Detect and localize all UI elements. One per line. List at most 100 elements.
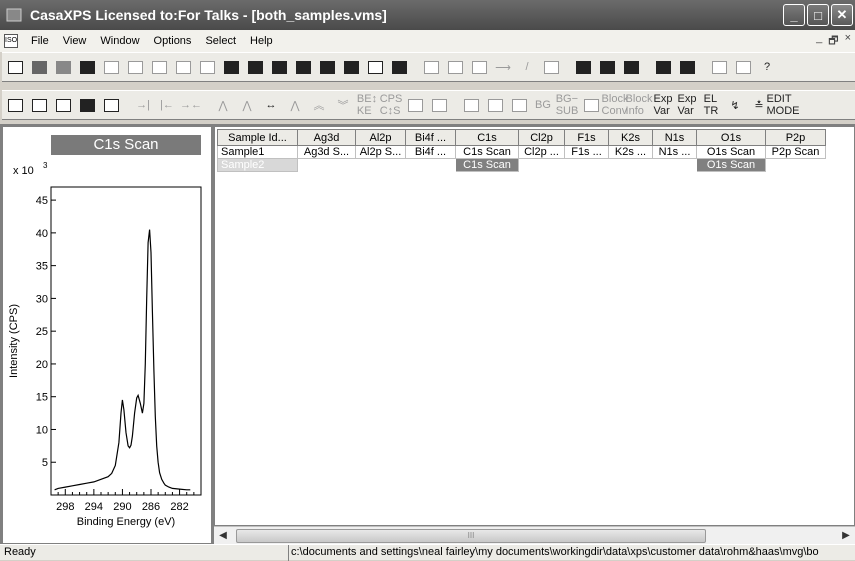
paste-icon[interactable] xyxy=(148,56,170,78)
table-cell[interactable]: K2s ... xyxy=(608,145,653,159)
table-cell[interactable]: Ag3d S... xyxy=(297,145,356,159)
menu-select[interactable]: Select xyxy=(198,35,243,47)
scroll-left-icon[interactable]: ◀ xyxy=(216,529,230,543)
library-icon[interactable] xyxy=(388,56,410,78)
row-header[interactable]: Sample1 xyxy=(217,145,298,159)
peak-left-icon[interactable]: ⋀ xyxy=(236,94,258,116)
column-header[interactable]: Sample Id... xyxy=(217,129,298,146)
column-header[interactable]: N1s xyxy=(652,129,697,146)
menu-options[interactable]: Options xyxy=(147,35,199,47)
marker-icon[interactable] xyxy=(404,94,426,116)
table-cell[interactable]: F1s ... xyxy=(564,145,609,159)
import-block-icon[interactable] xyxy=(244,56,266,78)
table-row[interactable]: Sample1 Ag3d S... Al2p S... Bi4f ... C1s Sca… xyxy=(217,145,826,159)
copy-block-icon[interactable] xyxy=(124,56,146,78)
spectrum-plot[interactable]: x 10 351015202530354045298 294 290 286 282Bin… xyxy=(3,157,211,543)
menu-file[interactable]: File xyxy=(24,35,56,47)
overlay-windows-icon[interactable] xyxy=(76,94,98,116)
el-tr-button[interactable]: EL TR xyxy=(700,93,722,117)
print-icon[interactable] xyxy=(708,56,730,78)
tile-icon[interactable] xyxy=(444,56,466,78)
convert-icon[interactable] xyxy=(268,56,290,78)
block-info-button[interactable]: Block Info xyxy=(626,93,653,117)
move-right-icon[interactable]: →| xyxy=(132,94,154,116)
peak-icon[interactable]: ⋀ xyxy=(212,94,234,116)
document-icon[interactable]: ISO xyxy=(4,34,18,48)
peak-up-icon[interactable]: ⋀ xyxy=(284,94,306,116)
save-icon[interactable] xyxy=(76,56,98,78)
overlay-spectra-icon[interactable] xyxy=(508,94,530,116)
iso-icon[interactable] xyxy=(364,56,386,78)
mdi-minimize-button[interactable]: _ xyxy=(816,32,822,51)
horizontal-scrollbar[interactable]: ◀ III ▶ xyxy=(214,526,855,544)
table-cell[interactable]: Bi4f ... xyxy=(405,145,456,159)
table-cell[interactable]: P2p Scan xyxy=(765,145,826,159)
open-folder-icon[interactable] xyxy=(52,56,74,78)
mdi-restore-button[interactable]: 🗗 xyxy=(828,32,838,51)
display-icon[interactable] xyxy=(460,94,482,116)
bg-sub-button[interactable]: BG− SUB xyxy=(556,93,579,117)
open-file-icon[interactable] xyxy=(28,56,50,78)
table-cell[interactable] xyxy=(653,159,697,172)
paste-block-icon[interactable] xyxy=(172,56,194,78)
arrow-icon[interactable]: ⟶ xyxy=(492,56,514,78)
table-cell[interactable]: N1s ... xyxy=(652,145,697,159)
spectrum-icon[interactable] xyxy=(484,94,506,116)
help-icon[interactable]: ? xyxy=(756,56,778,78)
scroll-thumb[interactable]: III xyxy=(236,529,706,543)
overlay-icon[interactable] xyxy=(468,56,490,78)
window-icon[interactable] xyxy=(420,56,442,78)
table-row[interactable]: Sample2 C1s Scan O1s Scan xyxy=(217,158,826,172)
spectrum-pane[interactable]: C1s Scan x 10 3 5 10 15 20 25 30 35 40 45 298 294 290… xyxy=(2,126,212,544)
table-cell[interactable]: Al2p S... xyxy=(355,145,406,159)
exp-var-button[interactable]: Exp Var xyxy=(652,93,674,117)
double-up-icon[interactable]: ︽ xyxy=(308,94,330,116)
region-icon[interactable] xyxy=(428,94,450,116)
new-file-icon[interactable] xyxy=(4,56,26,78)
browser-grid-pane[interactable]: Sample Id... Ag3d Al2p Bi4f ... C1s Cl2p F1s K2… xyxy=(214,126,855,526)
exp-var-2-button[interactable]: Exp Var xyxy=(676,93,698,117)
column-header[interactable]: Cl2p xyxy=(518,129,565,146)
scale-horizontal-icon[interactable]: ↔ xyxy=(260,94,282,116)
page-icon[interactable] xyxy=(196,56,218,78)
chart-icon[interactable] xyxy=(540,56,562,78)
table-cell[interactable]: O1s Scan xyxy=(696,145,766,159)
table-cell[interactable]: C1s Scan xyxy=(455,145,519,159)
tile-windows-icon[interactable] xyxy=(52,94,74,116)
annotation-center-icon[interactable] xyxy=(596,56,618,78)
single-window-icon[interactable] xyxy=(4,94,26,116)
double-down-icon[interactable]: ︾ xyxy=(332,94,354,116)
column-header[interactable]: Ag3d xyxy=(297,129,356,146)
column-header[interactable]: C1s xyxy=(455,129,519,146)
import-icon[interactable] xyxy=(220,56,242,78)
print-setup-icon[interactable] xyxy=(652,56,674,78)
line-icon[interactable]: / xyxy=(516,56,538,78)
convert-block-icon[interactable] xyxy=(292,56,314,78)
photon-icon[interactable]: ↯ xyxy=(724,94,746,116)
cascade-icon[interactable] xyxy=(28,94,50,116)
table-cell[interactable] xyxy=(565,159,609,172)
close-button[interactable]: ✕ xyxy=(831,4,853,26)
menu-window[interactable]: Window xyxy=(93,35,146,47)
bg-button[interactable]: BG xyxy=(532,94,554,116)
column-header[interactable]: Al2p xyxy=(355,129,406,146)
export-block-icon[interactable] xyxy=(340,56,362,78)
be-ke-button[interactable]: BE↕ KE xyxy=(356,93,378,117)
mdi-close-button[interactable]: × xyxy=(845,32,851,51)
table-cell[interactable] xyxy=(519,159,565,172)
block-conv-button[interactable]: Block Conv xyxy=(602,93,629,117)
row-header[interactable]: Sample2 xyxy=(217,158,298,172)
menu-help[interactable]: Help xyxy=(243,35,280,47)
export-icon[interactable] xyxy=(316,56,338,78)
column-header[interactable]: K2s xyxy=(608,129,653,146)
table-cell[interactable] xyxy=(609,159,653,172)
maximize-button[interactable]: □ xyxy=(807,4,829,26)
annotation-right-icon[interactable] xyxy=(620,56,642,78)
cps-cs-button[interactable]: CPS C↕S xyxy=(380,93,403,117)
annotation-icon[interactable] xyxy=(572,56,594,78)
expand-icon[interactable]: →← xyxy=(180,94,202,116)
edit-mode-button[interactable]: EDIT MODE xyxy=(767,93,800,117)
table-cell[interactable] xyxy=(356,159,406,172)
column-header[interactable]: O1s xyxy=(696,129,766,146)
zoom-window-icon[interactable] xyxy=(100,94,122,116)
